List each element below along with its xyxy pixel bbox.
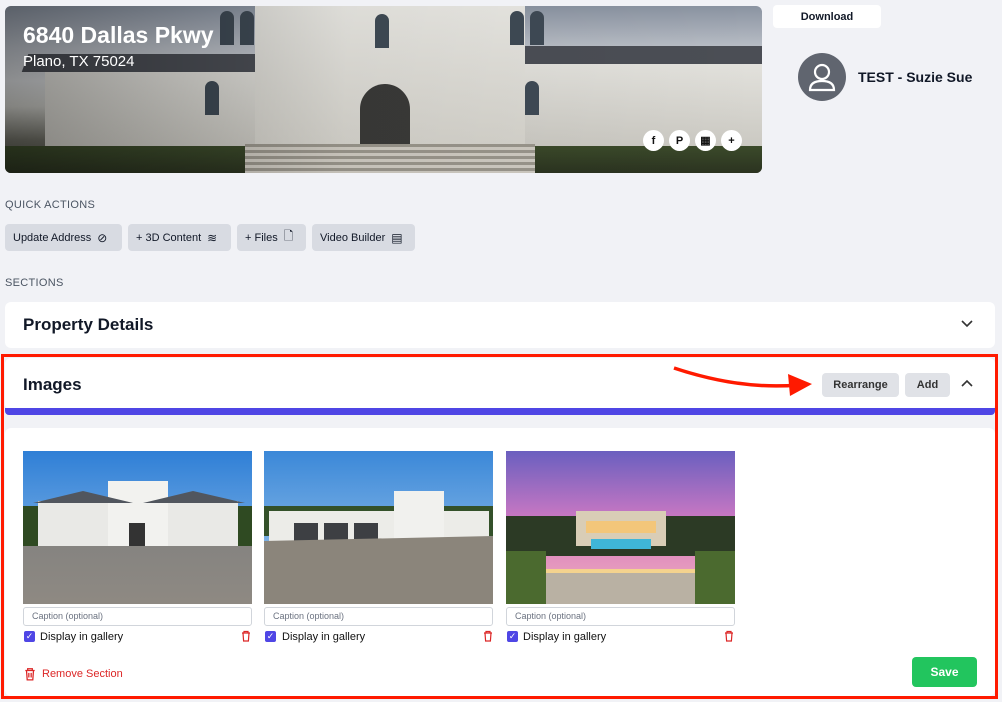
chevron-up-icon[interactable] [960,377,974,394]
display-in-gallery-checkbox[interactable]: ✓ [24,631,35,642]
pinterest-icon[interactable]: P [669,130,690,151]
image-thumbnail[interactable] [506,451,735,604]
trash-icon[interactable] [724,630,734,645]
download-button[interactable]: Download [773,5,881,28]
property-city-line: Plano, TX 75024 [23,53,135,70]
caption-input[interactable]: Caption (optional) [506,607,735,626]
trash-icon[interactable] [241,630,251,645]
caption-input[interactable]: Caption (optional) [264,607,493,626]
images-section-title: Images [23,375,82,394]
trash-icon[interactable] [483,630,493,645]
avatar [798,53,846,101]
image-thumbnail[interactable] [23,451,252,604]
video-builder-button[interactable]: Video Builder ▤ [312,224,415,251]
display-in-gallery-label: Display in gallery [40,631,124,643]
plus-icon[interactable]: + [721,130,742,151]
add-files-button[interactable]: + Files 🗋 [237,224,306,251]
save-button[interactable]: Save [912,657,977,687]
rearrange-button[interactable]: Rearrange [822,373,899,397]
image-thumbnail[interactable] [264,451,493,604]
trash-icon [25,668,35,681]
facebook-icon[interactable]: f [643,130,664,151]
remove-section-button[interactable]: Remove Section [24,667,123,681]
compass-icon: ⊘ [97,230,108,245]
user-icon [808,63,836,92]
section-accent-bar [5,408,995,415]
chevron-down-icon[interactable] [960,316,974,333]
remove-section-label: Remove Section [42,668,123,680]
property-details-title: Property Details [23,315,154,334]
add-image-button[interactable]: Add [905,373,950,397]
add-3d-content-button[interactable]: + 3D Content ≋ [128,224,231,251]
update-address-button[interactable]: Update Address ⊘ [5,224,122,251]
user-name: TEST - Suzie Sue [858,69,973,85]
update-address-label: Update Address [13,231,92,244]
caption-input[interactable]: Caption (optional) [23,607,252,626]
property-details-section[interactable] [5,302,995,348]
layers-icon: ≋ [207,230,218,245]
qr-code-icon[interactable]: ▦ [695,130,716,151]
film-icon: ▤ [391,230,403,245]
file-plus-icon: 🗋 [283,229,294,243]
property-hero-image: 6840 Dallas Pkwy Plano, TX 75024 f P ▦ + [5,6,762,173]
display-in-gallery-checkbox[interactable]: ✓ [265,631,276,642]
video-builder-label: Video Builder [320,231,386,244]
sections-heading: SECTIONS [5,277,64,289]
display-in-gallery-label: Display in gallery [523,631,607,643]
add-3d-content-label: + 3D Content [136,231,202,244]
quick-actions-heading: QUICK ACTIONS [5,199,96,211]
add-files-label: + Files [245,231,278,244]
annotation-arrow [673,366,812,396]
display-in-gallery-label: Display in gallery [282,631,366,643]
property-address: 6840 Dallas Pkwy [23,22,214,48]
display-in-gallery-checkbox[interactable]: ✓ [507,631,518,642]
